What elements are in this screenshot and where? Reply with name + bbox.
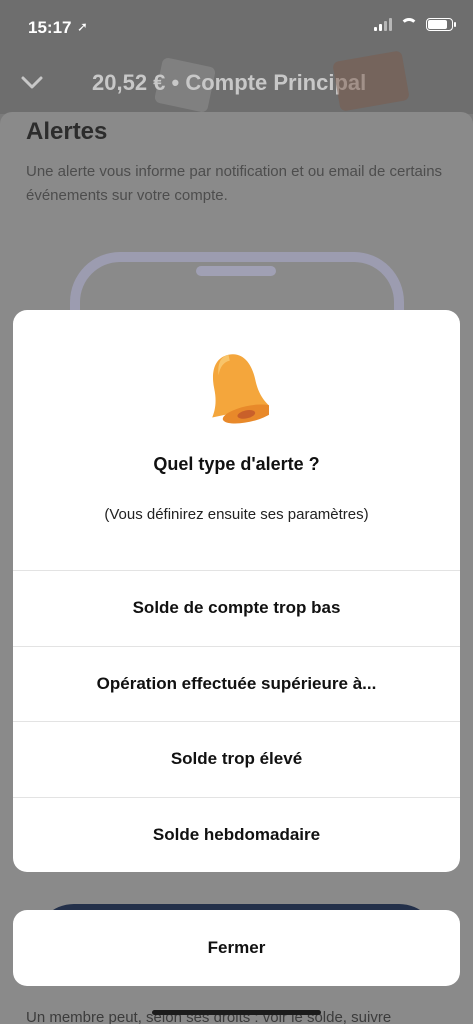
page-title: Alertes [26,118,108,145]
wifi-icon [400,18,418,31]
option-high-balance[interactable]: Solde trop élevé [13,721,460,797]
sheet-title: Quel type d'alerte ? [153,454,320,474]
sheet-subtitle: (Vous définirez ensuite ses paramètres) [104,506,369,523]
option-large-transaction[interactable]: Opération effectuée supérieure à... [13,645,460,722]
option-low-balance[interactable]: Solde de compte trop bas [13,570,460,646]
location-icon: ➚ [77,19,88,34]
chevron-down-icon[interactable] [20,70,44,94]
status-time: 15:17 [28,18,72,37]
bell-icon [203,350,274,426]
phone-notch [196,266,276,276]
signal-icon [374,18,392,31]
close-button[interactable]: Fermer [13,910,460,986]
status-bar: 15:17 ➚ [0,0,473,56]
battery-icon [426,18,456,31]
option-weekly-balance[interactable]: Solde hebdomadaire [13,796,460,873]
home-indicator[interactable] [152,1010,321,1015]
alert-type-options: Solde de compte trop bas Opération effec… [13,570,460,872]
page-description: Une alerte vous informe par notification… [26,163,443,204]
account-title: 20,52 € • Compte Principal [92,70,367,95]
alert-type-sheet: Quel type d'alerte ? (Vous définirez ens… [13,310,460,872]
status-indicators [374,18,456,31]
